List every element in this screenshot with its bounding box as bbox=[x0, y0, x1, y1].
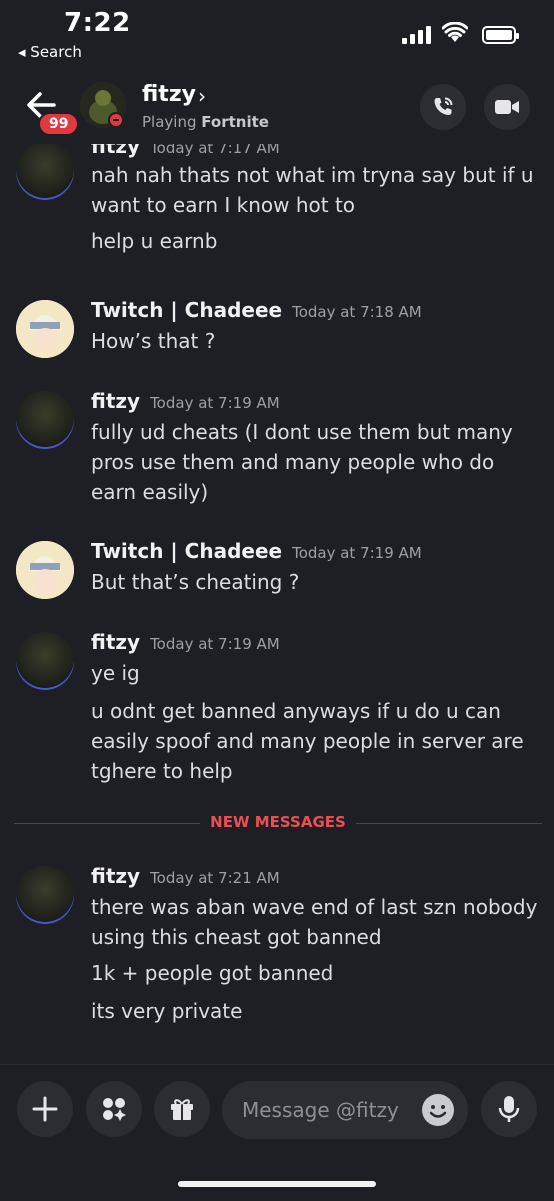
video-camera-icon bbox=[495, 100, 519, 114]
message-text: How’s that ? bbox=[91, 329, 216, 353]
emoji-icon bbox=[429, 1105, 447, 1118]
unread-badge: 99 bbox=[38, 112, 80, 136]
message-input[interactable]: Message @fitzy bbox=[222, 1081, 468, 1139]
message-author[interactable]: fitzy Today at 7:19 AM bbox=[91, 630, 280, 654]
message-timestamp: Today at 7:21 AM bbox=[150, 869, 280, 887]
message-author[interactable]: Twitch | Chadeee Today at 7:18 AM bbox=[91, 298, 422, 322]
message-text: nah nah thats not what im tryna say but … bbox=[91, 163, 534, 217]
cellular-signal-icon bbox=[402, 26, 432, 44]
message-timestamp: Today at 7:18 AM bbox=[292, 303, 422, 321]
author-name[interactable]: Twitch | Chadeee bbox=[91, 539, 282, 563]
activity-status: Playing Fortnite bbox=[142, 113, 269, 131]
battery-icon bbox=[482, 26, 519, 44]
activity-prefix: Playing bbox=[142, 113, 197, 131]
message-author[interactable]: fitzy Today at 7:17 AM bbox=[91, 144, 280, 158]
message-text: But that’s cheating ? bbox=[91, 570, 300, 594]
gift-icon bbox=[171, 1099, 193, 1120]
activity-game: Fortnite bbox=[201, 113, 269, 131]
gift-button[interactable] bbox=[154, 1081, 210, 1137]
author-name[interactable]: Twitch | Chadeee bbox=[91, 298, 282, 322]
phone-call-icon bbox=[434, 97, 453, 115]
home-indicator[interactable] bbox=[178, 1181, 376, 1187]
avatar[interactable] bbox=[16, 144, 74, 200]
author-name[interactable]: fitzy bbox=[91, 144, 140, 158]
avatar[interactable] bbox=[16, 866, 74, 924]
dnd-status-icon bbox=[108, 112, 124, 128]
avatar[interactable] bbox=[16, 541, 74, 599]
emoji-button[interactable] bbox=[422, 1094, 454, 1126]
message-text: u odnt get banned anyways if u do u can … bbox=[91, 699, 524, 783]
status-bar: 7:22 ◂ Search bbox=[0, 0, 554, 72]
avatar[interactable] bbox=[16, 300, 74, 358]
channel-header: 99 fitzy › Playing Fortnite bbox=[0, 72, 554, 144]
microphone-icon bbox=[498, 1096, 520, 1122]
message-text: help u earnb bbox=[91, 229, 218, 253]
author-name[interactable]: fitzy bbox=[91, 630, 140, 654]
message-author[interactable]: Twitch | Chadeee Today at 7:19 AM bbox=[91, 539, 422, 563]
plus-icon bbox=[32, 1096, 58, 1122]
apps-sparkle-icon bbox=[103, 1098, 126, 1121]
back-to-search-link[interactable]: ◂ Search bbox=[18, 43, 82, 61]
status-time: 7:22 bbox=[64, 8, 131, 38]
wifi-icon bbox=[442, 22, 468, 42]
avatar[interactable] bbox=[16, 391, 74, 449]
message-text: ye ig bbox=[91, 661, 140, 685]
dm-username[interactable]: fitzy bbox=[142, 82, 196, 107]
author-name[interactable]: fitzy bbox=[91, 389, 140, 413]
avatar[interactable] bbox=[16, 632, 74, 690]
new-messages-label: NEW MESSAGES bbox=[210, 813, 346, 831]
voice-call-button[interactable] bbox=[420, 84, 466, 130]
voice-message-button[interactable] bbox=[481, 1081, 537, 1137]
author-name[interactable]: fitzy bbox=[91, 864, 140, 888]
chevron-right-icon[interactable]: › bbox=[198, 84, 206, 108]
message-text: its very private bbox=[91, 999, 243, 1023]
message-list[interactable]: fitzy Today at 7:17 AM nah nah thats not … bbox=[0, 144, 554, 1064]
message-timestamp: Today at 7:19 AM bbox=[150, 635, 280, 653]
video-call-button[interactable] bbox=[484, 84, 530, 130]
apps-button[interactable] bbox=[86, 1081, 142, 1137]
message-timestamp: Today at 7:19 AM bbox=[150, 394, 280, 412]
message-author[interactable]: fitzy Today at 7:21 AM bbox=[91, 864, 280, 888]
message-timestamp: Today at 7:17 AM bbox=[150, 144, 280, 157]
message-author[interactable]: fitzy Today at 7:19 AM bbox=[91, 389, 280, 413]
add-attachment-button[interactable] bbox=[17, 1081, 73, 1137]
message-timestamp: Today at 7:19 AM bbox=[292, 544, 422, 562]
message-input-placeholder: Message @fitzy bbox=[242, 1098, 399, 1122]
message-text: fully ud cheats (I dont use them but man… bbox=[91, 420, 513, 504]
message-text: 1k + people got banned bbox=[91, 961, 334, 985]
message-text: there was aban wave end of last szn nobo… bbox=[91, 895, 538, 949]
new-messages-divider: NEW MESSAGES bbox=[14, 813, 542, 831]
